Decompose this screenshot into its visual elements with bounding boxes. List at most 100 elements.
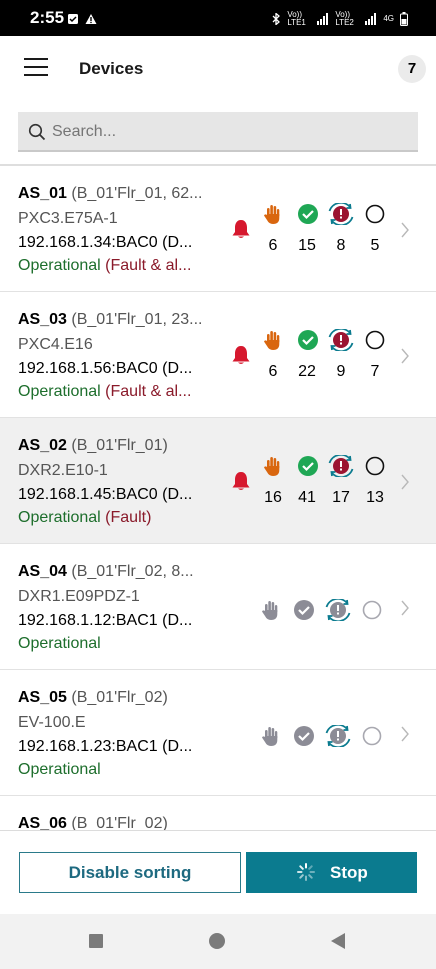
disable-sorting-button[interactable]: Disable sorting — [19, 852, 241, 893]
fault-count: 9 — [336, 363, 346, 380]
manual-count: 16 — [264, 489, 282, 506]
idle-circle-icon — [365, 204, 385, 224]
device-status: Operational — [18, 761, 101, 778]
manual-hand-icon — [262, 727, 278, 746]
device-name: AS_06 — [18, 815, 67, 830]
manual-hand-icon — [264, 331, 280, 350]
fault-sync-icon — [325, 725, 351, 747]
device-address: 192.168.1.23:BAC1 (D... — [18, 738, 193, 755]
device-location: (B_01'Flr_02, 8... — [71, 563, 194, 580]
device-location: (B_01'Flr_02) — [71, 815, 168, 830]
app-bar: Devices 7 — [0, 36, 436, 102]
home-icon[interactable] — [209, 933, 225, 949]
chevron-right-icon[interactable] — [400, 221, 410, 239]
search-bar[interactable] — [18, 112, 418, 152]
stop-button[interactable]: Stop — [246, 852, 417, 893]
device-model: PXC4.E16 — [18, 336, 93, 353]
device-status-detail: (Fault) — [105, 509, 152, 526]
device-location: (B_01'Flr_01, 23... — [71, 311, 203, 328]
chevron-right-icon[interactable] — [400, 473, 410, 491]
back-icon[interactable] — [331, 933, 345, 949]
device-location: (B_01'Flr_01, 62... — [71, 185, 203, 202]
device-address: 192.168.1.56:BAC0 (D... — [18, 360, 193, 377]
device-row-as-01[interactable]: AS_01 (B_01'Flr_01, 62... PXC3.E75A-1 19… — [0, 166, 436, 292]
device-model: DXR1.E09PDZ-1 — [18, 588, 140, 605]
fault-sync-icon — [328, 329, 354, 351]
ok-count: 22 — [298, 363, 316, 380]
device-name: AS_02 — [18, 437, 67, 454]
manual-count: 6 — [268, 237, 278, 254]
loading-spinner-icon — [297, 863, 315, 881]
status-time: 2:55 — [30, 8, 65, 27]
alarm-bell-icon — [232, 346, 250, 364]
checkbox-notification-icon — [68, 14, 78, 24]
manual-hand-icon — [262, 601, 278, 620]
device-name: AS_01 — [18, 185, 67, 202]
ok-check-icon — [294, 726, 314, 746]
stop-button-label: Stop — [330, 863, 368, 882]
ok-check-icon — [294, 600, 314, 620]
device-row-as-02[interactable]: AS_02 (B_01'Flr_01) DXR2.E10-1 192.168.1… — [0, 418, 436, 544]
recents-icon[interactable] — [89, 934, 103, 948]
status-right-icons: Vo)) LTE1 Vo)) LTE2 4G — [271, 11, 408, 27]
fault-sync-icon — [328, 455, 354, 477]
device-name: AS_03 — [18, 311, 67, 328]
fault-sync-icon — [328, 203, 354, 225]
bluetooth-icon — [272, 13, 281, 25]
device-status: Operational — [18, 383, 101, 400]
idle-count: 5 — [370, 237, 380, 254]
battery-icon — [400, 12, 408, 26]
fault-count: 17 — [332, 489, 350, 506]
idle-circle-icon — [365, 330, 385, 350]
chevron-right-icon[interactable] — [400, 599, 410, 617]
ok-check-icon — [298, 330, 318, 350]
chevron-right-icon[interactable] — [400, 347, 410, 365]
device-row-as-04[interactable]: AS_04 (B_01'Flr_02, 8... DXR1.E09PDZ-1 1… — [0, 544, 436, 670]
manual-hand-icon — [264, 205, 280, 224]
device-status: Operational — [18, 509, 101, 526]
idle-circle-icon — [362, 600, 382, 620]
page-title: Devices — [79, 59, 144, 78]
device-address: 192.168.1.45:BAC0 (D... — [18, 486, 193, 503]
ok-check-icon — [298, 456, 318, 476]
fault-sync-icon — [325, 599, 351, 621]
device-row-as-05[interactable]: AS_05 (B_01'Flr_02) EV-100.E 192.168.1.2… — [0, 670, 436, 796]
manual-hand-icon — [264, 457, 280, 476]
bottom-action-bar: Disable sorting Stop — [0, 830, 436, 914]
device-list[interactable]: AS_01 (B_01'Flr_01, 62... PXC3.E75A-1 19… — [0, 166, 436, 830]
device-model: PXC3.E75A-1 — [18, 210, 118, 227]
manual-count: 6 — [268, 363, 278, 380]
device-location: (B_01'Flr_02) — [71, 689, 168, 706]
idle-count: 13 — [366, 489, 384, 506]
warning-notification-icon — [85, 14, 97, 24]
device-status-detail: (Fault & al... — [105, 257, 192, 274]
hamburger-menu-icon[interactable] — [24, 58, 50, 80]
chevron-right-icon[interactable] — [400, 725, 410, 743]
alarm-bell-icon — [232, 472, 250, 490]
device-name: AS_04 — [18, 563, 67, 580]
idle-count: 7 — [370, 363, 380, 380]
network-label-2: Vo)) LTE2 — [335, 10, 354, 27]
status-bar: 2:55 Vo)) LTE1 Vo)) LTE2 4G — [0, 0, 436, 36]
ok-count: 41 — [298, 489, 316, 506]
search-icon — [28, 123, 46, 141]
device-status: Operational — [18, 257, 101, 274]
signal-bars-2-icon — [365, 13, 377, 25]
system-nav-bar — [0, 914, 436, 969]
alarm-bell-icon — [232, 220, 250, 238]
device-model: EV-100.E — [18, 714, 86, 731]
device-address: 192.168.1.12:BAC1 (D... — [18, 612, 193, 629]
ok-count: 15 — [298, 237, 316, 254]
device-location: (B_01'Flr_01) — [71, 437, 168, 454]
fault-count: 8 — [336, 237, 346, 254]
device-count-badge: 7 — [398, 55, 426, 83]
idle-circle-icon — [362, 726, 382, 746]
device-address: 192.168.1.34:BAC0 (D... — [18, 234, 193, 251]
device-row-as-03[interactable]: AS_03 (B_01'Flr_01, 23... PXC4.E16 192.1… — [0, 292, 436, 418]
device-status: Operational — [18, 635, 101, 652]
ok-check-icon — [298, 204, 318, 224]
search-input[interactable] — [52, 120, 402, 144]
network-label-3: 4G — [383, 14, 394, 23]
device-row-as-06[interactable]: AS_06 (B_01'Flr_02) — [0, 796, 436, 830]
device-status-detail: (Fault & al... — [105, 383, 192, 400]
